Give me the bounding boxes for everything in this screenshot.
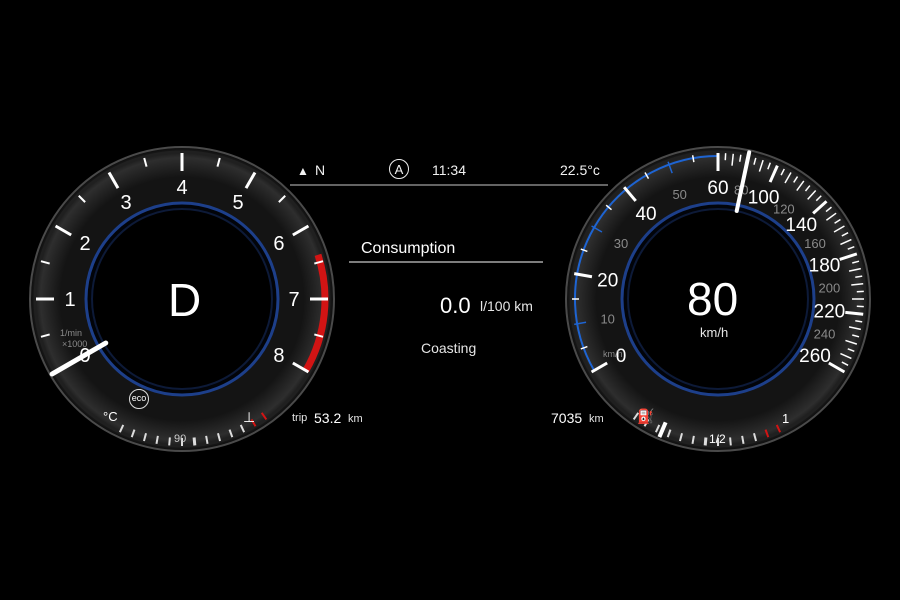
speedo-minor-label: 120 xyxy=(773,201,795,216)
tach-unit-line2: ×1000 xyxy=(62,339,88,349)
speedo-tick-label: 260 xyxy=(799,346,831,367)
clock: 11:34 xyxy=(432,162,466,178)
tach-tick-label: 1 xyxy=(64,289,75,311)
odometer-unit: km xyxy=(589,413,604,425)
instrument-cluster: 0123456780204060100140180220260103050801… xyxy=(0,0,900,600)
speedo-minor-label: 30 xyxy=(614,236,628,251)
tach-tick-label: 4 xyxy=(176,177,187,199)
auto-start-stop-icon: A xyxy=(389,159,409,179)
fuel-half-label: 1/2 xyxy=(709,432,726,446)
consumption-unit: l/100 km xyxy=(480,298,533,314)
speedo-minor-label: 160 xyxy=(804,236,826,251)
info-title: Consumption xyxy=(361,240,456,257)
tach-unit-line1: 1/min xyxy=(60,328,83,338)
outside-temperature: 22.5°c xyxy=(560,162,600,178)
trip-label: trip xyxy=(292,412,308,424)
coolant-tick xyxy=(155,435,159,444)
fuel-tick xyxy=(703,437,708,446)
odometer-value: 7035 xyxy=(551,410,583,426)
speedo-tick-label: 220 xyxy=(814,302,846,323)
speedo-tick-label: 20 xyxy=(597,271,618,292)
fuel-tick xyxy=(691,435,695,444)
speedo-minor-label: 200 xyxy=(819,280,841,295)
speedo-tick-label: 140 xyxy=(785,215,817,236)
speedo-tick-label: 180 xyxy=(809,255,841,276)
eco-mode-icon: eco xyxy=(129,389,149,409)
tach-tick-label: 2 xyxy=(79,233,90,255)
speedo-minor-label: 240 xyxy=(814,327,836,342)
coolant-celsius-label: °C xyxy=(103,409,118,424)
fuel-tick xyxy=(729,437,732,446)
gear-indicator: D xyxy=(168,274,202,326)
trip-unit: km xyxy=(348,413,363,425)
tach-tick-label: 6 xyxy=(273,233,284,255)
coolant-tick xyxy=(168,437,171,446)
tach-tick-label: 8 xyxy=(273,345,284,367)
fuel-tick xyxy=(741,435,745,444)
trip-value: 53.2 xyxy=(314,410,342,426)
compass-arrow-icon: ▲ xyxy=(297,164,309,178)
speedo-minor-label: 50 xyxy=(672,187,686,202)
fuel-full-label: 1 xyxy=(782,411,790,426)
speed-unit: km/h xyxy=(700,325,729,340)
speedo-minor-label: 10 xyxy=(600,311,614,326)
speedo-tick-label: 40 xyxy=(635,204,656,225)
tach-tick-label: 7 xyxy=(288,289,299,311)
coolant-tick xyxy=(205,435,209,444)
drive-status: Coasting xyxy=(421,340,477,356)
speedo-tick-label: 60 xyxy=(707,178,728,199)
coolant-90-label: 90 xyxy=(174,433,187,445)
digital-speed: 80 xyxy=(687,273,739,325)
coolant-thermometer-icon: ⊥ xyxy=(243,409,256,425)
compass-heading: N xyxy=(315,162,326,178)
speed-small-unit: km/h xyxy=(603,349,623,359)
coolant-tick xyxy=(192,437,197,446)
speedo-major-tick xyxy=(845,310,864,316)
fuel-pump-icon: ⛽ xyxy=(637,408,655,424)
consumption-value: 0.0 xyxy=(440,293,471,318)
tach-tick-label: 3 xyxy=(120,192,131,214)
tach-tick-label: 5 xyxy=(232,192,243,214)
